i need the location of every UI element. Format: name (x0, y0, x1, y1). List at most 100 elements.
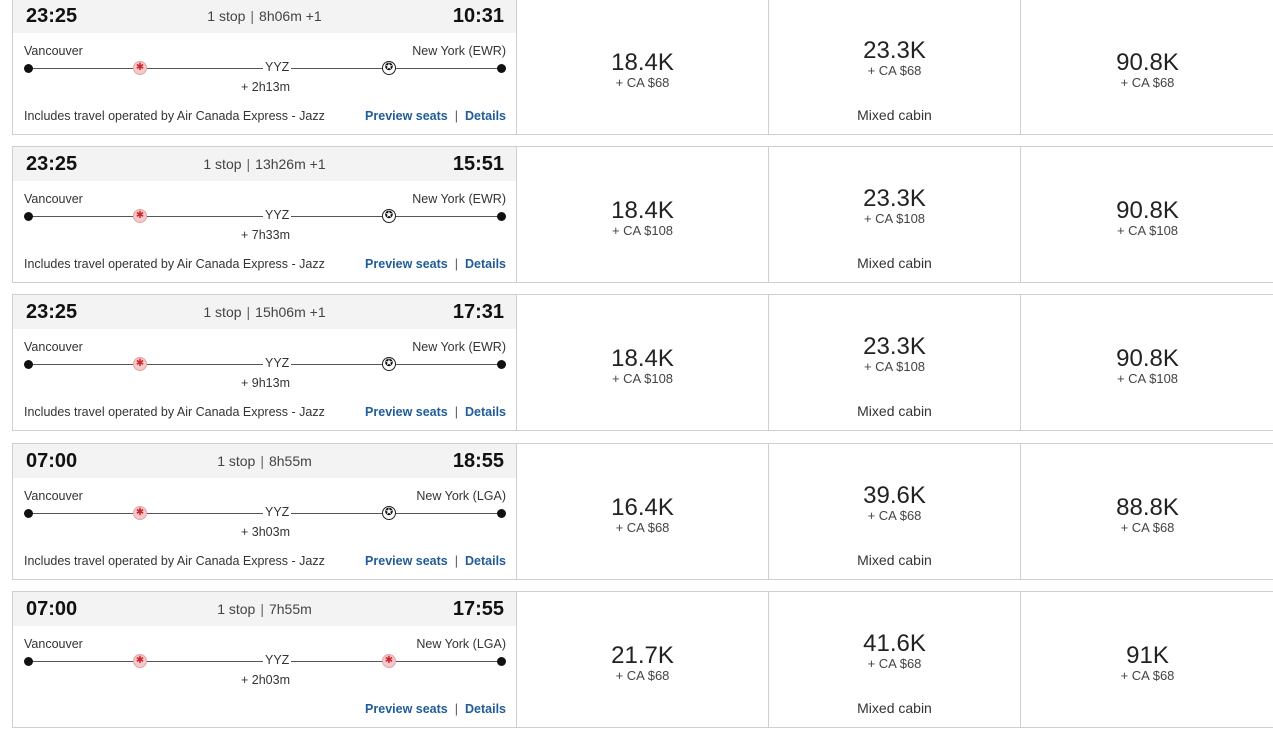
fare-business[interactable]: 90.8K + CA $68 (1021, 0, 1273, 134)
fare-economy[interactable]: 18.4K + CA $108 (517, 147, 769, 282)
fare-points: 18.4K (611, 197, 674, 224)
fare-premium[interactable]: 23.3K + CA $68 Mixed cabin (769, 0, 1021, 134)
fare-taxes: + CA $68 (867, 63, 922, 78)
route-line: ✱ YYZ ✪ (24, 505, 506, 520)
fare-taxes: + CA $108 (1116, 371, 1179, 386)
stop-airport-code: YYZ (263, 208, 292, 222)
fare-points: 18.4K (611, 49, 674, 76)
fare-economy[interactable]: 18.4K + CA $68 (517, 0, 769, 134)
divider: | (454, 405, 458, 419)
fare-points: 23.3K (863, 333, 926, 360)
divider: | (260, 601, 264, 617)
origin-dot (24, 657, 33, 666)
fare-business[interactable]: 91K + CA $68 (1021, 592, 1273, 727)
flight-itinerary: 23:25 1 stop | 13h26m +1 15:51 Vancouver N… (13, 147, 517, 282)
destination-dot (497, 360, 506, 369)
fare-taxes: + CA $108 (611, 371, 674, 386)
fare-points: 88.8K (1116, 494, 1179, 521)
operated-by-note: Includes travel operated by Air Canada E… (24, 109, 325, 123)
mixed-cabin-note: Mixed cabin (857, 255, 932, 271)
destination-dot (497, 657, 506, 666)
fare-taxes: + CA $68 (615, 75, 670, 90)
details-link[interactable]: Details (465, 405, 506, 419)
maple-leaf-icon: ✱ (382, 654, 396, 668)
fare-economy[interactable]: 21.7K + CA $68 (517, 592, 769, 727)
mixed-cabin-note: Mixed cabin (857, 403, 932, 419)
divider: | (260, 453, 264, 469)
flight-links: Preview seats | Details (365, 405, 506, 419)
fare-business[interactable]: 88.8K + CA $68 (1021, 444, 1273, 579)
mixed-cabin-note: Mixed cabin (857, 700, 932, 716)
fare-points: 18.4K (611, 345, 674, 372)
maple-leaf-icon: ✱ (133, 654, 147, 668)
fare-premium[interactable]: 23.3K + CA $108 Mixed cabin (769, 295, 1021, 430)
fare-business[interactable]: 90.8K + CA $108 (1021, 147, 1273, 282)
route-line: ✱ YYZ ✪ (24, 208, 506, 223)
stop-airport-code: YYZ (263, 505, 292, 519)
destination-city: New York (EWR) (412, 44, 506, 58)
preview-seats-link[interactable]: Preview seats (365, 109, 448, 123)
fare-premium[interactable]: 23.3K + CA $108 Mixed cabin (769, 147, 1021, 282)
flight-duration: 8h06m +1 (259, 8, 322, 24)
origin-dot (24, 64, 33, 73)
stops-count: 1 stop (203, 156, 242, 172)
destination-dot (497, 212, 506, 221)
fare-premium[interactable]: 39.6K + CA $68 Mixed cabin (769, 444, 1021, 579)
arrival-time: 15:51 (452, 153, 504, 175)
flight-header: 23:25 1 stop | 15h06m +1 17:31 (13, 295, 516, 329)
fare-taxes: + CA $68 (1120, 75, 1175, 90)
preview-seats-link[interactable]: Preview seats (365, 405, 448, 419)
fare-premium[interactable]: 41.6K + CA $68 Mixed cabin (769, 592, 1021, 727)
origin-dot (24, 212, 33, 221)
layover-duration: + 7h33m (241, 228, 290, 242)
mixed-cabin-note: Mixed cabin (857, 552, 932, 568)
flight-header: 07:00 1 stop | 8h55m 18:55 (13, 444, 516, 478)
fare-taxes: + CA $68 (1120, 668, 1175, 683)
origin-city: Vancouver (24, 489, 83, 503)
destination-city: New York (EWR) (412, 340, 506, 354)
fare-business[interactable]: 90.8K + CA $108 (1021, 295, 1273, 430)
fare-taxes: + CA $108 (863, 359, 926, 374)
flight-summary: 1 stop | 13h26m +1 (13, 156, 516, 172)
star-alliance-icon: ✪ (382, 209, 396, 223)
flight-summary: 1 stop | 15h06m +1 (13, 304, 516, 320)
flight-header: 23:25 1 stop | 8h06m +1 10:31 (13, 0, 516, 33)
fare-taxes: + CA $68 (867, 508, 922, 523)
fare-points: 23.3K (863, 37, 926, 64)
destination-dot (497, 64, 506, 73)
details-link[interactable]: Details (465, 702, 506, 716)
details-link[interactable]: Details (465, 257, 506, 271)
preview-seats-link[interactable]: Preview seats (365, 702, 448, 716)
route-line: ✱ YYZ ✪ (24, 356, 506, 371)
divider: | (454, 702, 458, 716)
stop-airport-code: YYZ (263, 356, 292, 370)
destination-city: New York (LGA) (416, 637, 506, 651)
fare-economy[interactable]: 18.4K + CA $108 (517, 295, 769, 430)
fare-economy[interactable]: 16.4K + CA $68 (517, 444, 769, 579)
origin-dot (24, 360, 33, 369)
flight-header: 07:00 1 stop | 7h55m 17:55 (13, 592, 516, 626)
flight-duration: 15h06m +1 (255, 304, 326, 320)
details-link[interactable]: Details (465, 109, 506, 123)
divider: | (454, 257, 458, 271)
flight-duration: 7h55m (268, 601, 312, 617)
divider: | (250, 8, 255, 24)
details-link[interactable]: Details (465, 554, 506, 568)
star-alliance-icon: ✪ (382, 61, 396, 75)
flight-duration: 8h55m (268, 453, 312, 469)
flight-links: Preview seats | Details (365, 554, 506, 568)
fare-points: 90.8K (1116, 49, 1179, 76)
stops-count: 1 stop (203, 304, 242, 320)
origin-city: Vancouver (24, 44, 83, 58)
flight-links: Preview seats | Details (365, 702, 506, 716)
fare-points: 39.6K (863, 482, 926, 509)
flight-links: Preview seats | Details (365, 257, 506, 271)
maple-leaf-icon: ✱ (133, 506, 147, 520)
preview-seats-link[interactable]: Preview seats (365, 554, 448, 568)
stop-airport-code: YYZ (263, 60, 292, 74)
layover-duration: + 2h03m (241, 673, 290, 687)
maple-leaf-icon: ✱ (133, 61, 147, 75)
preview-seats-link[interactable]: Preview seats (365, 257, 448, 271)
flight-duration: 13h26m +1 (255, 156, 326, 172)
maple-leaf-icon: ✱ (133, 209, 147, 223)
